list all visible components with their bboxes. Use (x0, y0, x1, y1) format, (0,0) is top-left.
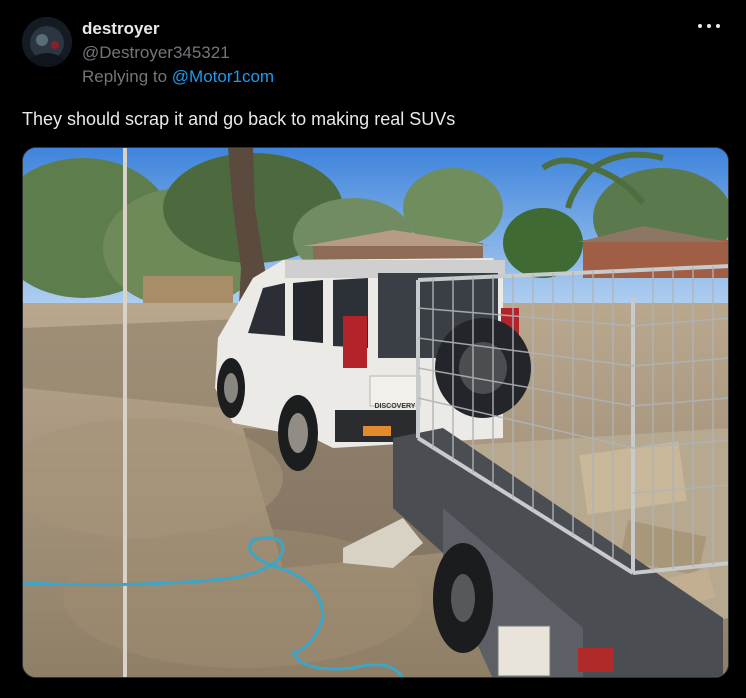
more-dot (716, 24, 720, 28)
user-handle[interactable]: @Destroyer345321 (82, 42, 274, 64)
reply-mention-link[interactable]: @Motor1com (172, 67, 274, 86)
tweet-header: destroyer @Destroyer345321 Replying to @… (82, 18, 274, 88)
tweet-photo[interactable]: DISCOVERY (22, 147, 729, 678)
replying-prefix: Replying to (82, 67, 172, 86)
tweet: destroyer @Destroyer345321 Replying to @… (0, 0, 746, 698)
avatar[interactable] (22, 17, 72, 67)
more-icon[interactable] (698, 17, 720, 35)
more-dot (698, 24, 702, 28)
avatar-image (22, 17, 72, 67)
photo-scene: DISCOVERY (23, 148, 728, 677)
tweet-text: They should scrap it and go back to maki… (22, 109, 456, 129)
more-dot (707, 24, 711, 28)
vehicle-badge: DISCOVERY (375, 403, 416, 410)
display-name[interactable]: destroyer (82, 18, 274, 40)
replying-to: Replying to @Motor1com (82, 66, 274, 88)
